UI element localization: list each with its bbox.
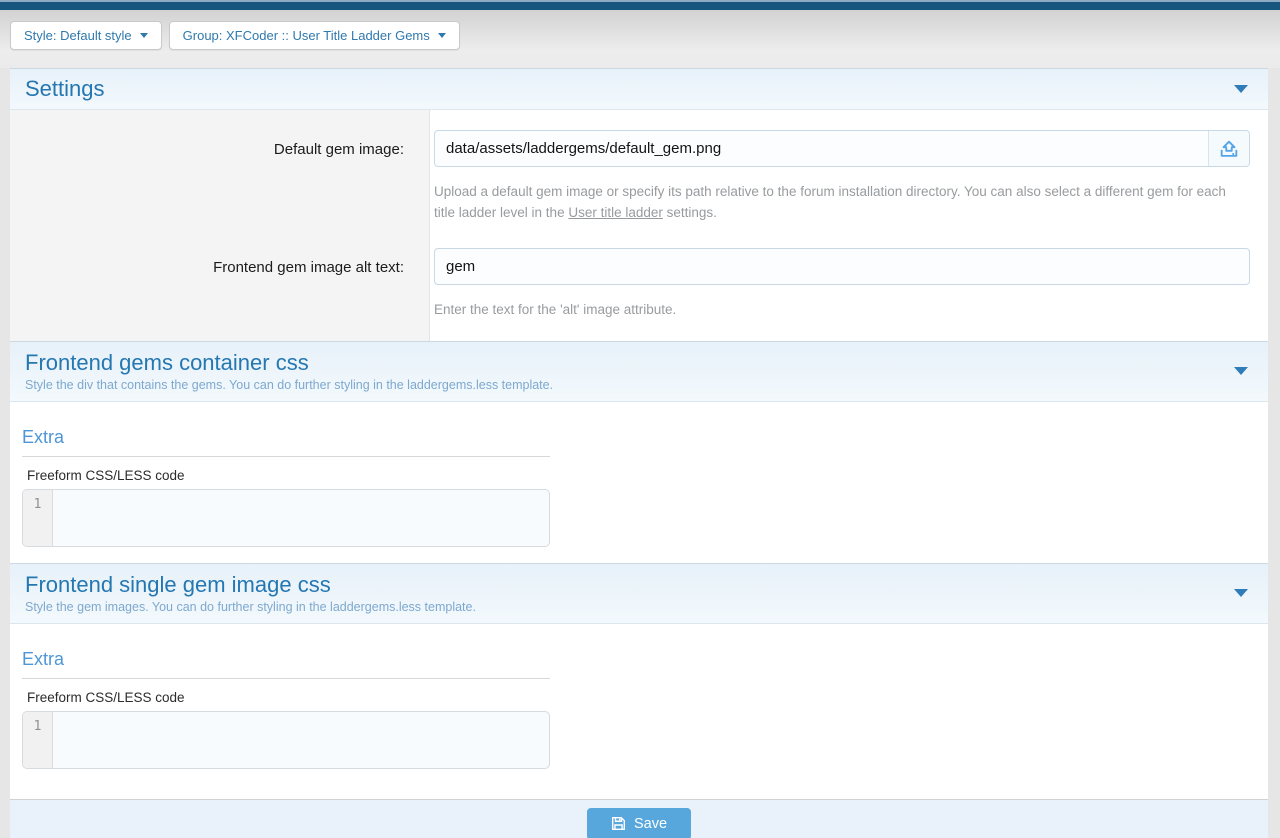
style-toolbar: Style: Default style Group: XFCoder :: U… — [0, 10, 1280, 68]
chevron-down-icon[interactable] — [1234, 589, 1248, 597]
single-css-section-header[interactable]: Frontend single gem image css Style the … — [10, 563, 1268, 624]
alt-text-label: Frontend gem image alt text: — [10, 234, 418, 341]
chevron-down-icon — [140, 33, 148, 38]
top-bar — [0, 2, 1280, 10]
group-dropdown-button[interactable]: Group: XFCoder :: User Title Ladder Gems — [169, 21, 460, 50]
line-number-gutter: 1 — [23, 490, 53, 546]
default-gem-image-label: Default gem image: — [10, 110, 418, 234]
explain-text: settings. — [663, 205, 717, 220]
code-textarea[interactable] — [53, 712, 549, 768]
line-number-gutter: 1 — [23, 712, 53, 768]
save-button[interactable]: Save — [587, 808, 691, 838]
extra-heading: Extra — [22, 426, 1268, 449]
default-gem-image-row: Default gem image: Upload a default gem … — [10, 110, 1268, 234]
upload-button[interactable] — [1208, 131, 1249, 166]
default-gem-image-control: Upload a default gem image or specify it… — [418, 110, 1268, 234]
field-explain: Upload a default gem image or specify it… — [434, 182, 1250, 224]
group-dropdown-label: Group: XFCoder :: User Title Ladder Gems — [183, 28, 430, 43]
code-editor-label: Freeform CSS/LESS code — [27, 468, 1268, 483]
default-gem-image-input-group — [434, 130, 1250, 167]
code-editor: 1 — [22, 711, 550, 769]
section-subtitle: Style the div that contains the gems. Yo… — [25, 378, 1224, 393]
code-editor-label: Freeform CSS/LESS code — [27, 690, 1268, 705]
upload-tray-icon — [1218, 138, 1240, 160]
options-page: Settings Default gem image: U — [10, 68, 1268, 838]
section-title: Frontend single gem image css — [25, 570, 1224, 599]
settings-section-header[interactable]: Settings — [10, 68, 1268, 110]
section-title: Frontend gems container css — [25, 348, 1224, 377]
code-editor: 1 — [22, 489, 550, 547]
single-css-body: Extra Freeform CSS/LESS code 1 — [10, 648, 1268, 785]
alt-text-row: Frontend gem image alt text: Enter the t… — [10, 234, 1268, 341]
section-subtitle: Style the gem images. You can do further… — [25, 600, 1224, 615]
style-dropdown-label: Style: Default style — [24, 28, 132, 43]
divider — [22, 456, 550, 457]
style-dropdown-button[interactable]: Style: Default style — [10, 21, 162, 50]
settings-form: Default gem image: Upload a default gem … — [10, 110, 1268, 341]
alt-text-input[interactable] — [434, 248, 1250, 285]
chevron-down-icon[interactable] — [1234, 367, 1248, 375]
code-textarea[interactable] — [53, 490, 549, 546]
alt-text-control: Enter the text for the 'alt' image attri… — [418, 234, 1268, 341]
user-title-ladder-link[interactable]: User title ladder — [568, 205, 663, 220]
save-button-label: Save — [634, 816, 667, 832]
section-title: Settings — [25, 74, 1224, 103]
default-gem-image-input[interactable] — [435, 131, 1208, 166]
container-css-section-header[interactable]: Frontend gems container css Style the di… — [10, 341, 1268, 402]
explain-text: Upload a default gem image or specify it… — [434, 184, 1226, 220]
divider — [22, 678, 550, 679]
floppy-disk-icon — [611, 816, 626, 831]
footer-bar: Save — [10, 799, 1268, 838]
field-explain: Enter the text for the 'alt' image attri… — [434, 300, 1250, 321]
chevron-down-icon[interactable] — [1234, 85, 1248, 93]
container-css-body: Extra Freeform CSS/LESS code 1 — [10, 426, 1268, 563]
extra-heading: Extra — [22, 648, 1268, 671]
chevron-down-icon — [438, 33, 446, 38]
